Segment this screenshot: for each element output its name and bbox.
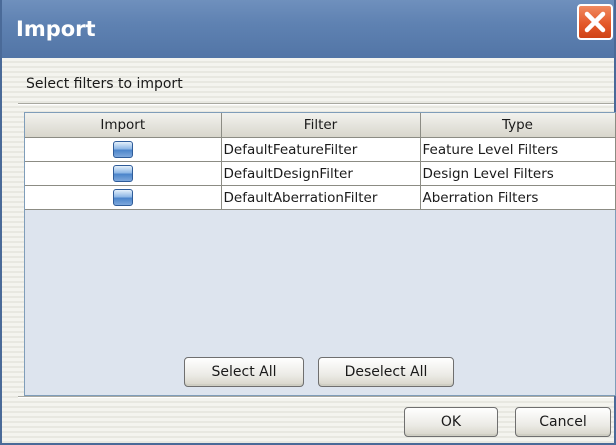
import-checkbox[interactable]: [112, 189, 133, 206]
table-row[interactable]: DefaultAberrationFilter Aberration Filte…: [25, 185, 616, 210]
column-header-import[interactable]: Import: [25, 113, 222, 138]
select-all-button[interactable]: Select All: [184, 357, 304, 387]
column-header-filter[interactable]: Filter: [220, 113, 421, 138]
cancel-button[interactable]: Cancel: [515, 407, 611, 437]
import-checkbox[interactable]: [112, 165, 133, 182]
import-checkbox[interactable]: [112, 141, 133, 158]
type-cell: Aberration Filters: [419, 185, 616, 210]
window-title: Import: [16, 17, 96, 41]
separator: [18, 396, 614, 398]
filter-table: Import Filter Type DefaultFeatureFilter …: [25, 113, 616, 210]
table-header-row: Import Filter Type: [25, 113, 616, 138]
import-dialog: Import Select filters to import Import F…: [0, 0, 616, 445]
close-button[interactable]: [577, 4, 613, 40]
import-cell: [25, 161, 222, 186]
table-row[interactable]: DefaultDesignFilter Design Level Filters: [25, 161, 616, 186]
filter-cell: DefaultDesignFilter: [220, 161, 421, 186]
filter-table-container[interactable]: Import Filter Type DefaultFeatureFilter …: [24, 112, 616, 396]
column-header-type[interactable]: Type: [419, 113, 616, 138]
separator: [18, 103, 614, 105]
filter-cell: DefaultFeatureFilter: [220, 137, 421, 162]
import-cell: [25, 137, 222, 162]
ok-button[interactable]: OK: [404, 407, 498, 437]
type-cell: Design Level Filters: [419, 161, 616, 186]
table-row[interactable]: DefaultFeatureFilter Feature Level Filte…: [25, 137, 616, 162]
title-bar[interactable]: Import: [2, 0, 614, 58]
instruction-label: Select filters to import: [26, 76, 183, 92]
filter-cell: DefaultAberrationFilter: [220, 185, 421, 210]
deselect-all-button[interactable]: Deselect All: [318, 357, 454, 387]
close-x-icon: [584, 11, 606, 33]
dialog-content: Select filters to import Import Filter T…: [2, 58, 616, 443]
import-cell: [25, 185, 222, 210]
type-cell: Feature Level Filters: [419, 137, 616, 162]
